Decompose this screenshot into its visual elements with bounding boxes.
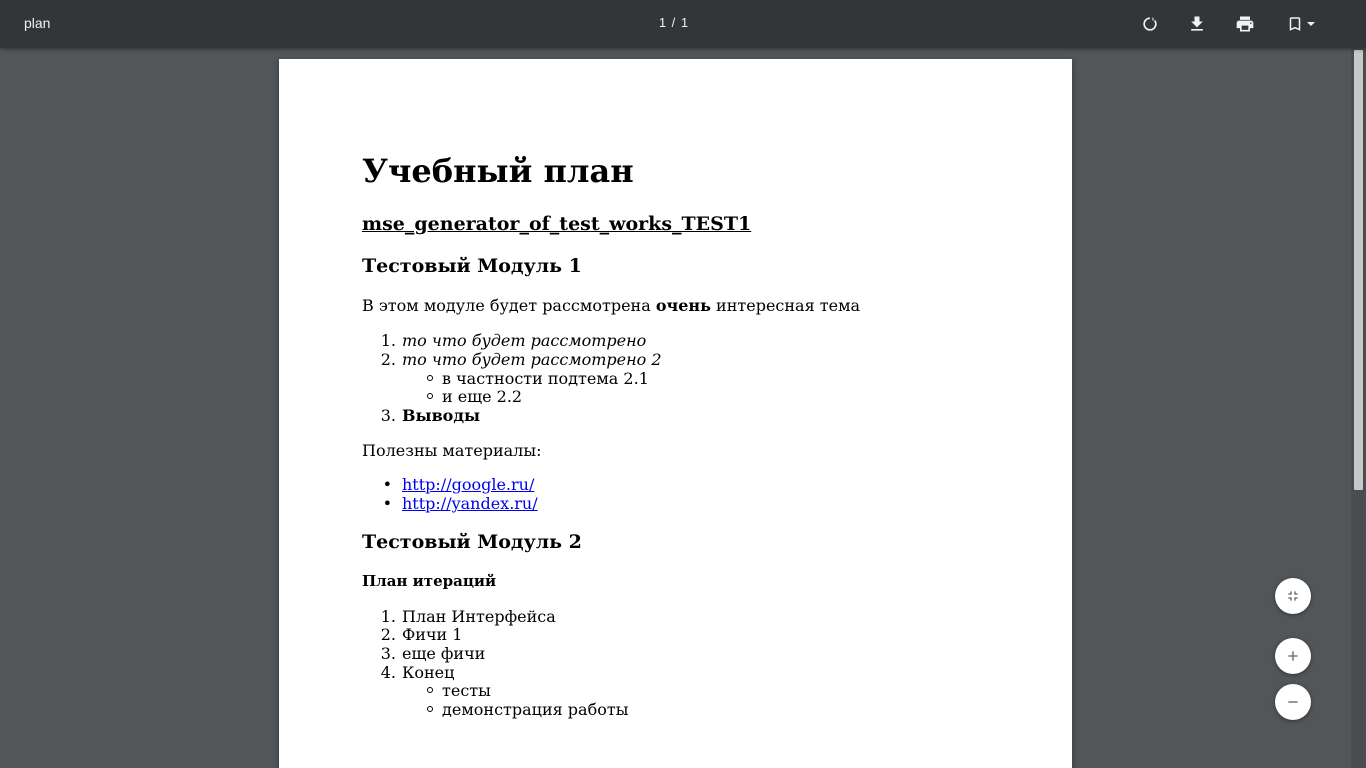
print-button[interactable] [1229, 8, 1261, 40]
module2-heading: Тестовый Модуль 2 [362, 531, 582, 553]
intro-text-bold: очень [655, 296, 711, 315]
list-item: • http://yandex.ru/ [383, 494, 538, 513]
sub-list-item: в частности подтема 2.1 [427, 369, 649, 388]
google-link[interactable]: http://google.ru/ [402, 475, 534, 494]
list-item: 3. Выводы [381, 406, 481, 425]
list-item-text: Выводы [402, 406, 481, 425]
list-item-text: еще фичи [402, 644, 486, 663]
list-number: 3. [380, 406, 396, 425]
list-item: 2. Фичи 1 [381, 625, 463, 644]
zoom-in-icon [1288, 651, 1298, 661]
circle-bullet-icon [427, 706, 433, 712]
sub-list-item: демонстрация работы [427, 700, 629, 719]
sub-list-item-text: в частности подтема 2.1 [442, 369, 649, 388]
fit-to-page-button[interactable] [1275, 578, 1311, 614]
fit-to-page-icon [1288, 591, 1298, 601]
list-item: 2. то что будет рассмотрено 2 [381, 350, 662, 369]
list-number: 1. [380, 607, 396, 626]
intro-text-before: В этом модуле будет рассмотрена [362, 296, 656, 315]
module1-intro: В этом модуле будет рассмотрена очень ин… [362, 296, 860, 315]
list-number: 2. [380, 625, 396, 644]
list-number: 3. [380, 644, 396, 663]
download-icon [1191, 16, 1203, 31]
list-item: 1. то что будет рассмотрено [381, 331, 647, 350]
sub-list-item-text: демонстрация работы [442, 700, 629, 719]
intro-text-after: интересная тема [710, 296, 861, 315]
materials-label: Полезны материалы: [362, 441, 542, 460]
document-viewer[interactable]: Учебный план mse_generator_of_test_works… [0, 48, 1351, 768]
list-number: 4. [380, 663, 396, 682]
zoom-out-icon [1288, 701, 1298, 703]
list-item: 4. Конец [381, 663, 455, 682]
list-number: 1. [380, 331, 396, 350]
zoom-out-button[interactable] [1275, 684, 1311, 720]
list-item: 3. еще фичи [381, 644, 486, 663]
list-item-text: Конец [402, 663, 455, 682]
sub-list-item: тесты [427, 681, 491, 700]
dropdown-arrow-icon [1307, 22, 1315, 26]
zoom-in-button[interactable] [1275, 638, 1311, 674]
rotate-icon [1143, 17, 1157, 31]
list-item: • http://google.ru/ [383, 475, 535, 494]
bullet-icon: • [382, 475, 392, 494]
course-link-heading: mse_generator_of_test_works_TEST1 [362, 213, 752, 235]
module1-heading: Тестовый Модуль 1 [362, 255, 582, 277]
circle-bullet-icon [427, 393, 433, 399]
list-item-text: то что будет рассмотрено 2 [402, 350, 662, 369]
sub-list-item-text: и еще 2.2 [442, 387, 523, 406]
bullet-icon: • [382, 494, 392, 513]
download-button[interactable] [1181, 8, 1213, 40]
bookmark-icon [1289, 17, 1301, 31]
print-icon [1236, 16, 1254, 32]
list-item-text: План Интерфейса [402, 607, 556, 626]
rotate-button[interactable] [1134, 8, 1166, 40]
list-item-text: Фичи 1 [402, 625, 463, 644]
pdf-page: Учебный план mse_generator_of_test_works… [279, 59, 1072, 768]
list-item-text: то что будет рассмотрено [402, 331, 647, 350]
list-item: 1. План Интерфейса [381, 607, 556, 626]
sub-list-item: и еще 2.2 [427, 387, 523, 406]
circle-bullet-icon [427, 687, 433, 693]
iterations-heading: План итераций [362, 572, 497, 590]
scrollbar-thumb[interactable] [1354, 50, 1363, 490]
circle-bullet-icon [427, 375, 433, 381]
pdf-toolbar: plan 1 / 1 [0, 0, 1366, 48]
page-title: Учебный план [362, 152, 634, 190]
vertical-scrollbar[interactable] [1351, 48, 1366, 768]
sub-list-item-text: тесты [442, 681, 491, 700]
yandex-link[interactable]: http://yandex.ru/ [402, 494, 538, 513]
bookmark-menu-button[interactable] [1281, 8, 1321, 40]
list-number: 2. [380, 350, 396, 369]
